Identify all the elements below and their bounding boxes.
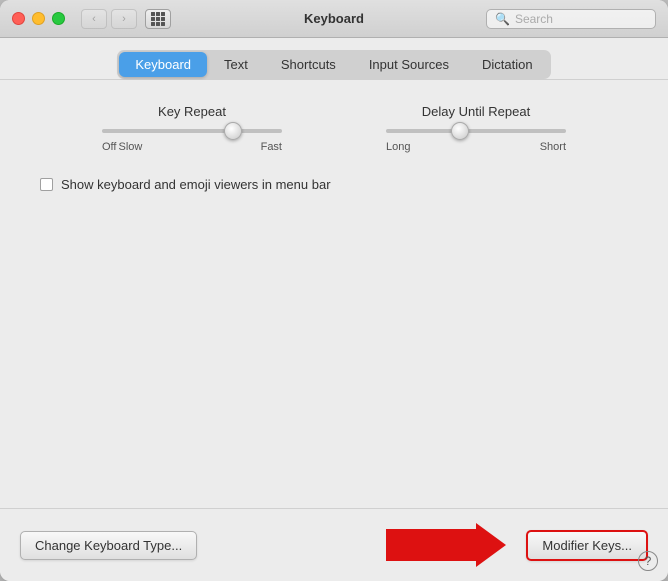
search-input[interactable]: [515, 12, 645, 26]
tab-input-sources[interactable]: Input Sources: [353, 52, 465, 77]
close-button[interactable]: [12, 12, 25, 25]
delay-repeat-group: Delay Until Repeat Long Short: [386, 104, 566, 153]
key-repeat-off-label: Off: [102, 141, 116, 153]
tab-keyboard[interactable]: Keyboard: [119, 52, 207, 77]
sliders-section: Key Repeat Off Slow Fast Delay Until Rep…: [30, 104, 638, 153]
tab-bar: Keyboard Text Shortcuts Input Sources Di…: [117, 50, 550, 79]
tab-dictation[interactable]: Dictation: [466, 52, 549, 77]
back-button[interactable]: ‹: [81, 9, 107, 29]
nav-buttons: ‹ ›: [81, 9, 137, 29]
tab-shortcuts[interactable]: Shortcuts: [265, 52, 352, 77]
spacer: [30, 216, 638, 484]
window-title: Keyboard: [304, 11, 364, 26]
search-bar[interactable]: 🔍: [486, 9, 656, 29]
arrow-body: [386, 529, 476, 561]
annotation-arrow: [386, 523, 506, 567]
keyboard-window: ‹ › Keyboard 🔍 Keyboard Text Shortcuts I…: [0, 0, 668, 581]
main-content: Key Repeat Off Slow Fast Delay Until Rep…: [0, 80, 668, 508]
show-viewers-checkbox[interactable]: [40, 178, 53, 191]
delay-repeat-axis-labels: Long Short: [386, 141, 566, 153]
key-repeat-group: Key Repeat Off Slow Fast: [102, 104, 282, 153]
delay-repeat-label: Delay Until Repeat: [422, 104, 530, 119]
search-icon: 🔍: [495, 12, 510, 26]
minimize-button[interactable]: [32, 12, 45, 25]
tab-toolbar: Keyboard Text Shortcuts Input Sources Di…: [0, 38, 668, 80]
delay-repeat-slider[interactable]: [386, 129, 566, 133]
forward-button[interactable]: ›: [111, 9, 137, 29]
grid-button[interactable]: [145, 9, 171, 29]
change-keyboard-button[interactable]: Change Keyboard Type...: [20, 531, 197, 560]
traffic-lights: [12, 12, 65, 25]
delay-repeat-short-label: Short: [540, 141, 566, 153]
arrow-head: [476, 523, 506, 567]
help-area: ?: [638, 551, 658, 571]
titlebar: ‹ › Keyboard 🔍: [0, 0, 668, 38]
checkbox-row: Show keyboard and emoji viewers in menu …: [30, 177, 638, 192]
show-viewers-label: Show keyboard and emoji viewers in menu …: [61, 177, 331, 192]
delay-repeat-long-label: Long: [386, 141, 410, 153]
modifier-keys-button[interactable]: Modifier Keys...: [526, 530, 648, 561]
bottom-right: Modifier Keys...: [386, 523, 648, 567]
maximize-button[interactable]: [52, 12, 65, 25]
key-repeat-slider[interactable]: [102, 129, 282, 133]
key-repeat-axis-labels: Off Slow Fast: [102, 141, 282, 153]
key-repeat-label: Key Repeat: [158, 104, 226, 119]
tab-text[interactable]: Text: [208, 52, 264, 77]
bottom-bar: Change Keyboard Type... Modifier Keys...…: [0, 508, 668, 581]
key-repeat-fast-label: Fast: [261, 141, 282, 153]
grid-icon: [151, 12, 165, 26]
help-button[interactable]: ?: [638, 551, 658, 571]
key-repeat-slow-label: Slow: [118, 141, 142, 153]
